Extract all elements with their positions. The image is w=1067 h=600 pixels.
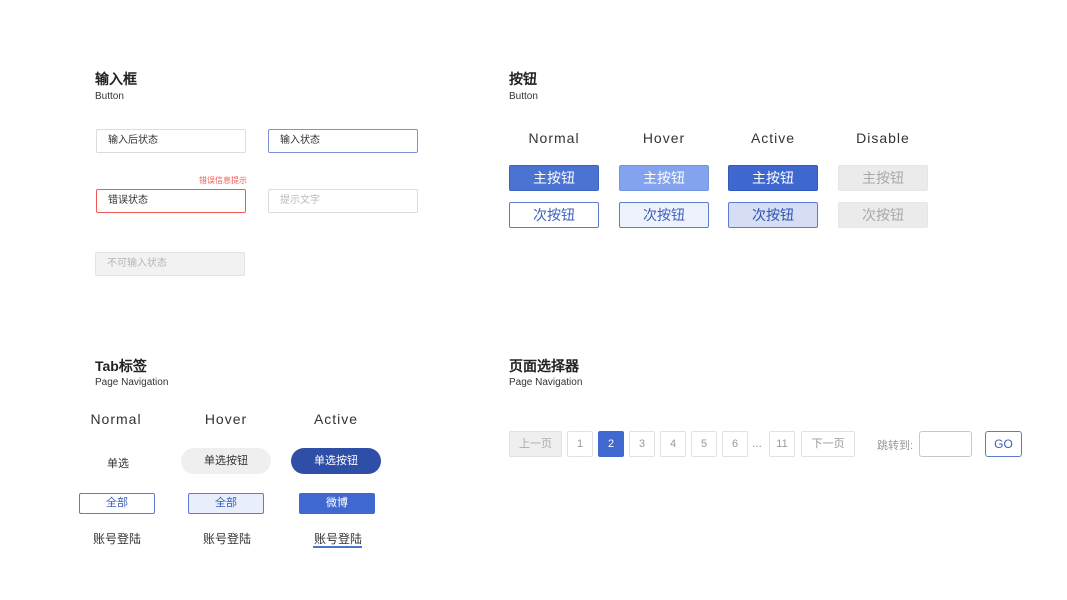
error-tip: 错误信息提示 xyxy=(199,176,247,185)
primary-button-disabled: 主按钮 xyxy=(838,165,928,191)
tag-button-hover[interactable]: 全部 xyxy=(188,493,264,514)
primary-button-normal[interactable]: 主按钮 xyxy=(509,165,599,191)
pager-jump-input[interactable] xyxy=(919,431,972,457)
tag-button-normal[interactable]: 全部 xyxy=(79,493,155,514)
tab-link-hover[interactable]: 账号登陆 xyxy=(203,530,251,547)
primary-button-active[interactable]: 主按钮 xyxy=(728,165,818,191)
button-col-normal: Normal xyxy=(528,130,580,146)
tab-section-subtitle: Page Navigation xyxy=(95,377,169,388)
input-disabled-state: 不可输入状态 xyxy=(95,252,245,276)
primary-button-hover[interactable]: 主按钮 xyxy=(619,165,709,191)
tab-link-active[interactable]: 账号登陆 xyxy=(314,530,362,547)
pager-page-6[interactable]: 6 xyxy=(722,431,748,457)
tag-button-active[interactable]: 微博 xyxy=(299,493,375,514)
input-section-subtitle: Button xyxy=(95,91,124,102)
button-section-subtitle: Button xyxy=(509,91,538,102)
pager-page-5[interactable]: 5 xyxy=(691,431,717,457)
button-col-active: Active xyxy=(750,130,796,146)
radio-button-normal[interactable]: 单选 xyxy=(107,455,129,471)
input-error-state[interactable]: 错误状态 xyxy=(96,189,246,213)
pager-page-3[interactable]: 3 xyxy=(629,431,655,457)
tab-col-hover: Hover xyxy=(204,411,248,427)
pager-section-subtitle: Page Navigation xyxy=(509,377,583,388)
button-section-title: 按钮 xyxy=(509,71,537,87)
button-col-disable: Disable xyxy=(856,130,910,146)
pager-go-button[interactable]: GO xyxy=(985,431,1022,457)
pager-prev-button[interactable]: 上一页 xyxy=(509,431,562,457)
tab-link-active-underline xyxy=(313,546,362,548)
input-after-state[interactable]: 输入后状态 xyxy=(96,129,246,153)
input-focus-state[interactable]: 输入状态 xyxy=(268,129,418,153)
tab-link-normal[interactable]: 账号登陆 xyxy=(93,530,141,547)
tab-section-title: Tab标签 xyxy=(95,358,147,374)
secondary-button-hover[interactable]: 次按钮 xyxy=(619,202,709,228)
pager-page-2-current[interactable]: 2 xyxy=(598,431,624,457)
button-col-hover: Hover xyxy=(642,130,686,146)
pager-ellipsis: ... xyxy=(752,436,763,450)
pager-jump-label: 跳转到: xyxy=(877,440,914,452)
input-section-title: 输入框 xyxy=(95,71,137,87)
pager-next-button[interactable]: 下一页 xyxy=(801,431,855,457)
secondary-button-disabled: 次按钮 xyxy=(838,202,928,228)
radio-button-hover[interactable]: 单选按钮 xyxy=(181,448,271,474)
radio-button-active[interactable]: 单选按钮 xyxy=(291,448,381,474)
input-placeholder[interactable]: 提示文字 xyxy=(268,189,418,213)
secondary-button-normal[interactable]: 次按钮 xyxy=(509,202,599,228)
pager-page-4[interactable]: 4 xyxy=(660,431,686,457)
tab-col-active: Active xyxy=(313,411,359,427)
secondary-button-active[interactable]: 次按钮 xyxy=(728,202,818,228)
pager-page-last[interactable]: 11 xyxy=(769,431,795,457)
pager-page-1[interactable]: 1 xyxy=(567,431,593,457)
tab-col-normal: Normal xyxy=(90,411,142,427)
pager-section-title: 页面选择器 xyxy=(509,358,579,374)
